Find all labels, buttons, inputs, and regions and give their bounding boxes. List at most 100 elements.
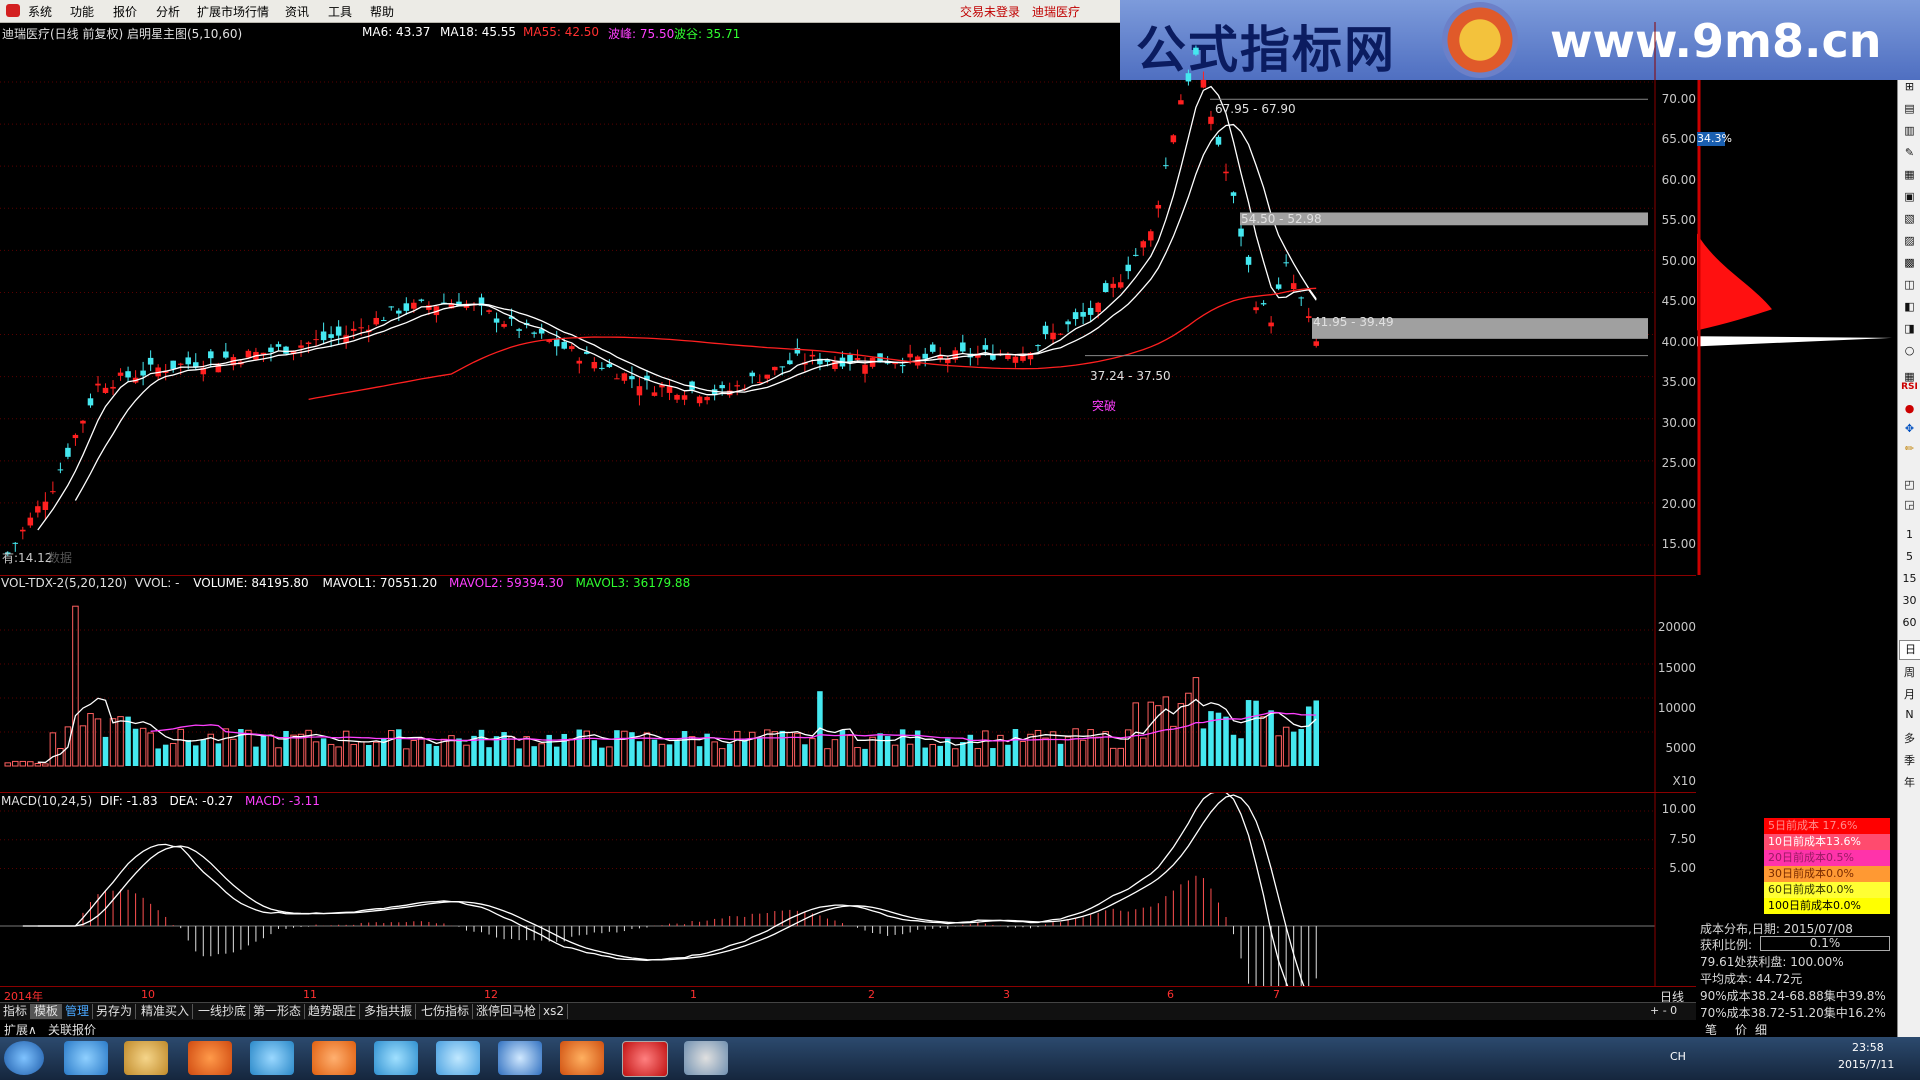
login-status[interactable]: 交易未登录 [960,3,1020,20]
tab-detail[interactable]: 细 [1755,1021,1767,1038]
macd-tick: 5.00 [1669,861,1696,875]
stock-app-icon[interactable] [622,1041,668,1077]
period-60min[interactable]: 60 [1899,616,1920,634]
tab-trades[interactable]: 笔 [1705,1021,1717,1038]
menu-help[interactable]: 帮助 [370,3,394,20]
tool-icon[interactable]: ▩ [1899,256,1920,274]
period-15min[interactable]: 15 [1899,572,1920,590]
price-axis: 70.00 65.00 60.00 55.00 50.00 45.00 40.0… [1655,22,1696,575]
tool-icon[interactable]: ▨ [1899,234,1920,252]
volume-unit: X10 [1672,774,1697,788]
cost-date: 成本分布,日期: 2015/07/08 [1700,922,1853,936]
explorer-icon[interactable] [124,1041,168,1075]
tool-icon[interactable]: ▣ [1899,190,1920,208]
tab-first-form[interactable]: 第一形态 [250,1004,306,1019]
price-tick: 30.00 [1661,416,1696,430]
input-language[interactable]: CH [1670,1050,1686,1063]
menu-function[interactable]: 功能 [70,3,94,20]
tool-icon[interactable]: ◲ [1899,498,1920,516]
app-icon[interactable] [188,1041,232,1075]
tool-icon[interactable]: ▤ [1899,102,1920,120]
price-chart-pane[interactable] [0,22,1696,576]
volume-pane[interactable] [0,576,1696,793]
band-label-3: 41.95 - 39.49 [1313,315,1394,329]
menu-quote[interactable]: 报价 [113,3,137,20]
tab-save-as[interactable]: 另存为 [93,1004,137,1019]
app-icon[interactable] [250,1041,294,1075]
tool-icon[interactable]: ⊞ [1899,80,1920,98]
tool-icon[interactable]: ◰ [1899,478,1920,496]
app-icon[interactable] [498,1041,542,1075]
band-label-top: 67.95 - 67.90 [1215,102,1296,116]
tab-limit-up[interactable]: 涨停回马枪 [473,1004,541,1019]
app-icon[interactable] [684,1041,728,1075]
cost-legend-30d: 30日前成本0.0% [1764,866,1890,882]
app-icon[interactable] [560,1041,604,1075]
period-multi[interactable]: 多 [1899,730,1920,748]
rsi-button[interactable]: RSI [1899,382,1920,400]
indicator-tab-bar: 指标 模板 管理 另存为 精准买入 一线抄底 第一形态 趋势跟庄 多指共振 七伤… [0,1002,1696,1020]
tool-icon[interactable]: ◧ [1899,300,1920,318]
period-quarter[interactable]: 季 [1899,752,1920,770]
app-logo-icon[interactable] [6,4,20,17]
tool-icon[interactable]: ✎ [1899,146,1920,164]
expand-button[interactable]: 扩展∧ [4,1021,37,1038]
ie-icon[interactable] [64,1041,108,1075]
pencil-icon[interactable]: ✏ [1899,442,1920,460]
band-label-2: 54.50 - 52.98 [1241,212,1322,226]
profit-percent-badge: 34.3% [1697,132,1732,146]
bottom-link-bar: 扩展∧ 关联报价 笔 价 细 [0,1020,1920,1037]
menu-extended-market[interactable]: 扩展市场行情 [197,3,269,20]
macd-chart [0,793,1656,986]
price-tick: 25.00 [1661,456,1696,470]
period-n[interactable]: N [1899,708,1920,726]
app-icon[interactable] [374,1041,418,1075]
clock-time[interactable]: 23:58 [1852,1041,1884,1054]
tab-xs2[interactable]: xs2 [540,1004,568,1019]
cost-info: 成本分布,日期: 2015/07/08 获利比例: 0.1% 79.61处获利盘… [1700,920,1896,1020]
app-icon[interactable] [312,1041,356,1075]
date-tick: 1 [690,988,697,1001]
menu-analysis[interactable]: 分析 [156,3,180,20]
period-5min[interactable]: 5 [1899,550,1920,568]
tool-icon[interactable]: ◫ [1899,278,1920,296]
tab-precise-buy[interactable]: 精准买入 [138,1004,194,1019]
clock-date[interactable]: 2015/7/11 [1838,1058,1894,1071]
tab-template[interactable]: 模板 [31,1004,63,1019]
cost-70: 70%成本38.72-51.20集中16.2% [1700,1006,1886,1020]
app-icon[interactable] [436,1041,480,1075]
tab-resonance[interactable]: 多指共振 [361,1004,417,1019]
tab-trend-follow[interactable]: 趋势跟庄 [305,1004,361,1019]
cost-legend-20d: 20日前成本0.5% [1764,850,1890,866]
macd-tick: 7.50 [1669,832,1696,846]
tab-bottom-pick[interactable]: 一线抄底 [195,1004,251,1019]
tool-icon[interactable]: ▦ [1899,168,1920,186]
menu-info[interactable]: 资讯 [285,3,309,20]
period-30min[interactable]: 30 [1899,594,1920,612]
zoom-controls[interactable]: + - 0 [1650,1004,1677,1017]
start-button[interactable] [4,1041,44,1075]
menu-tools[interactable]: 工具 [328,3,352,20]
tab-manage[interactable]: 管理 [62,1004,94,1019]
tab-prices[interactable]: 价 [1735,1021,1747,1038]
period-day[interactable]: 日 [1899,640,1920,660]
chip-distribution: 34.3% [1697,80,1897,575]
macd-tick: 10.00 [1661,802,1696,816]
tool-icon[interactable]: ▥ [1899,124,1920,142]
macd-pane[interactable] [0,793,1696,986]
related-quote-button[interactable]: 关联报价 [48,1021,96,1038]
period-week[interactable]: 周 [1899,664,1920,682]
tool-icon[interactable]: ○ [1899,344,1920,362]
tool-icon[interactable]: ● [1899,402,1920,420]
price-chart [0,22,1656,575]
move-icon[interactable]: ✥ [1899,422,1920,440]
period-year[interactable]: 年 [1899,774,1920,792]
tool-icon[interactable]: ◨ [1899,322,1920,340]
price-tick: 50.00 [1661,254,1696,268]
tool-icon[interactable]: ▧ [1899,212,1920,230]
tab-indicator[interactable]: 指标 [0,1004,32,1019]
tab-seven-injury[interactable]: 七伤指标 [418,1004,474,1019]
period-1min[interactable]: 1 [1899,528,1920,546]
period-month[interactable]: 月 [1899,686,1920,704]
menu-system[interactable]: 系统 [28,3,52,20]
